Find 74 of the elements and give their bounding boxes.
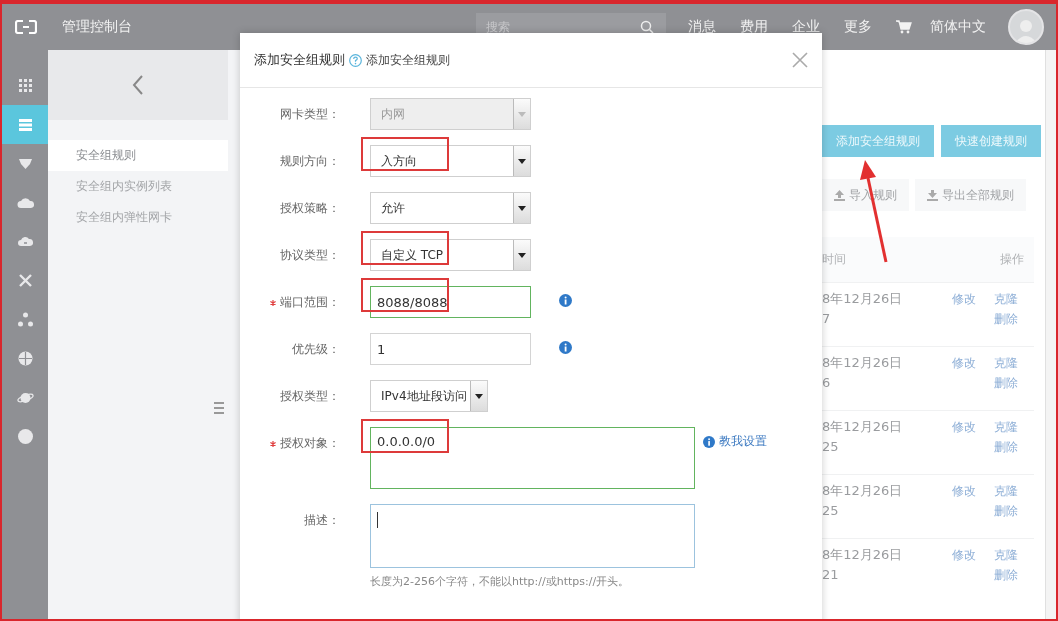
action-link[interactable]: 克隆 <box>994 545 1018 565</box>
nav-link[interactable]: 企业 <box>792 18 820 36</box>
dropdown-arrow-icon[interactable] <box>518 205 526 211</box>
field-label: 授权类型： <box>279 388 341 405</box>
field-label: 协议类型： <box>279 247 341 264</box>
hint-text: 长度为2-256个字符，不能以http://或https://开头。 <box>370 574 631 589</box>
time-cell-text: 8年12月26日 6 <box>822 354 903 392</box>
action-link[interactable]: 删除 <box>994 309 1018 329</box>
field-label: 授权策略： <box>279 200 341 217</box>
chevron-left-icon[interactable] <box>132 75 144 95</box>
dropdown-arrow-icon[interactable] <box>518 252 526 258</box>
field-label: 网卡类型： <box>279 106 341 123</box>
cart-icon[interactable] <box>896 20 912 34</box>
action-link[interactable]: 修改 <box>952 353 976 373</box>
upload-icon <box>834 189 845 201</box>
action-link[interactable]: 修改 <box>952 545 976 565</box>
scrollbar[interactable] <box>1045 50 1056 619</box>
action-link[interactable]: 克隆 <box>994 481 1018 501</box>
dropdown-arrow-icon[interactable] <box>518 158 526 164</box>
primary-button[interactable]: 快速创建规则 <box>941 125 1041 157</box>
sidebar-item[interactable]: 安全组内实例列表 <box>48 171 228 202</box>
action-link[interactable]: 修改 <box>952 481 976 501</box>
action-link[interactable]: 克隆 <box>994 417 1018 437</box>
select-field[interactable]: 自定义 TCP <box>370 239 531 271</box>
text-area[interactable]: 0.0.0.0/0 <box>370 427 695 489</box>
select-field[interactable]: 允许 <box>370 192 531 224</box>
nav-link[interactable]: 消息 <box>688 18 716 36</box>
time-cell-text: 8年12月26日 25 <box>822 418 903 456</box>
text-field[interactable]: 1 <box>370 333 531 365</box>
action-link[interactable]: 修改 <box>952 289 976 309</box>
field-label: 规则方向： <box>279 153 341 170</box>
help-link[interactable]: 教我设置 <box>703 433 767 450</box>
nav-icon[interactable] <box>2 105 48 144</box>
primary-button[interactable]: 添加安全组规则 <box>822 125 934 157</box>
time-cell-text: 8年12月26日 21 <box>822 546 903 584</box>
action-link[interactable]: 克隆 <box>994 289 1018 309</box>
field-label: 端口范围： <box>240 286 370 318</box>
action-link[interactable]: 删除 <box>994 501 1018 521</box>
time-cell-text: 8年12月26日 25 <box>822 482 903 520</box>
collapse-icon[interactable] <box>214 402 224 414</box>
text-area[interactable] <box>370 504 695 568</box>
column-header: 操作 <box>1000 251 1024 268</box>
text-cursor <box>377 512 378 528</box>
time-cell-text: 8年12月26日 7 <box>822 290 903 328</box>
select-field[interactable]: IPv4地址段访问 <box>370 380 488 412</box>
console-title: 管理控制台 <box>62 18 133 36</box>
field-label: 优先级： <box>291 341 341 358</box>
sidebar-item[interactable]: 安全组规则 <box>48 140 228 171</box>
action-link[interactable]: 克隆 <box>994 353 1018 373</box>
download-icon <box>927 189 938 201</box>
nav-link[interactable]: 更多 <box>844 18 872 36</box>
field-label: 授权对象： <box>240 427 370 459</box>
required-icon <box>270 300 276 306</box>
nav-link[interactable]: 费用 <box>740 18 768 36</box>
help-icon[interactable] <box>349 53 362 67</box>
close-icon[interactable] <box>792 52 808 68</box>
column-header: 时间 <box>822 251 846 268</box>
dropdown-arrow-icon[interactable] <box>475 393 483 399</box>
info-icon <box>703 435 715 448</box>
required-icon <box>270 441 276 447</box>
language-menu[interactable]: 简体中文 <box>930 18 986 36</box>
action-link[interactable]: 删除 <box>994 373 1018 393</box>
action-link[interactable]: 删除 <box>994 565 1018 585</box>
action-link[interactable]: 删除 <box>994 437 1018 457</box>
field-label: 描述： <box>303 512 341 529</box>
text-field[interactable]: 8088/8088 <box>370 286 531 318</box>
avatar[interactable] <box>1008 9 1044 45</box>
help-text: 添加安全组规则 <box>366 51 450 69</box>
action-link[interactable]: 修改 <box>952 417 976 437</box>
sidebar-item[interactable]: 安全组内弹性网卡 <box>48 202 228 233</box>
select-field[interactable]: 入方向 <box>370 145 531 177</box>
export-button[interactable]: 导出全部规则 <box>915 179 1026 211</box>
dialog-title: 添加安全组规则 <box>254 51 345 69</box>
logo-icon <box>15 20 37 34</box>
